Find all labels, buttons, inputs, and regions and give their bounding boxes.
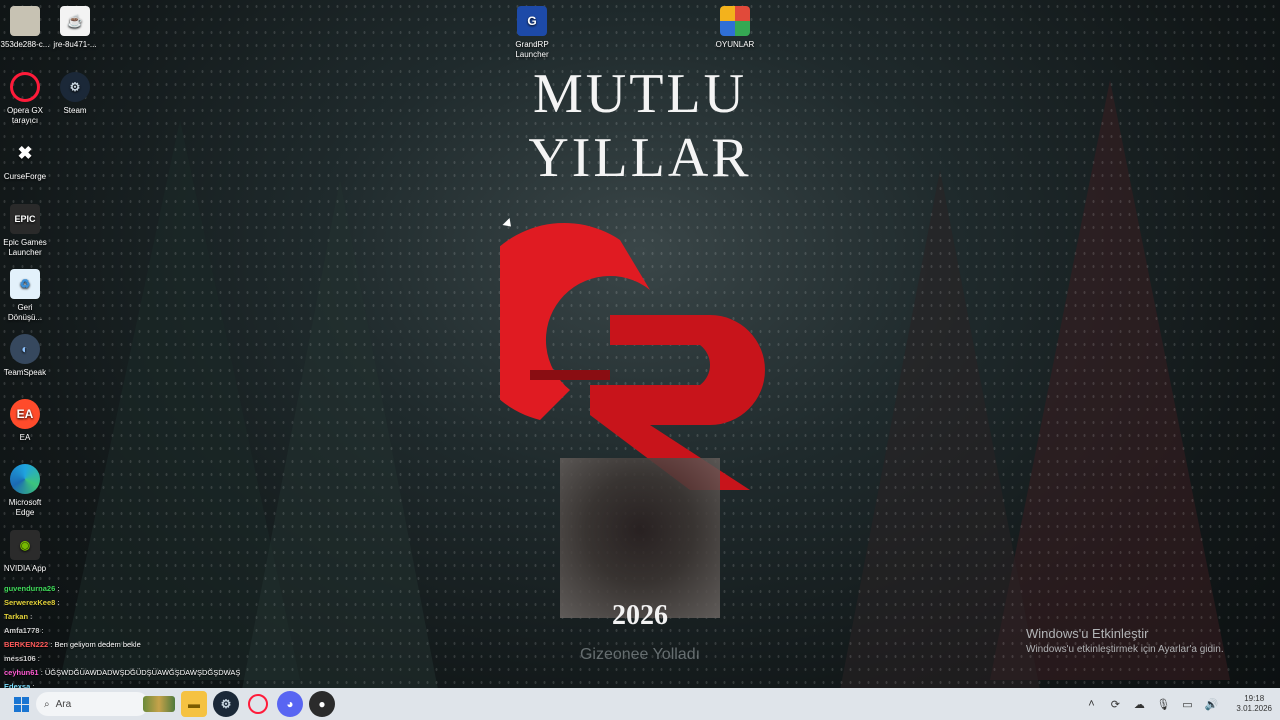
desktop-icon-ea[interactable]: EA EA xyxy=(0,399,50,443)
desktop-icon-label: Opera GX tarayıcı xyxy=(6,106,43,125)
desktop-icon-353de288[interactable]: 353de288-c... xyxy=(0,6,50,50)
system-tray: ˄ ⟳ ☁ 🎙 ▭ 🔊 19:18 3.01.2026 xyxy=(1084,688,1272,720)
start-button[interactable] xyxy=(6,688,36,720)
recycle-bin-icon: ♻ xyxy=(10,269,40,299)
webcam-overlay xyxy=(560,458,720,618)
chat-line: Amfa1778 : xyxy=(4,626,44,635)
chevron-up-icon[interactable]: ˄ xyxy=(1084,698,1098,710)
desktop-icon-label: NVIDIA App xyxy=(3,564,47,573)
volume-icon[interactable]: 🔊 xyxy=(1204,698,1219,711)
wallpaper-title: MUTLU YILLAR xyxy=(528,63,752,189)
ea-icon: EA xyxy=(10,399,40,429)
taskbar: ⌕ Ara ▬ ⚙ ◕ ● ˄ ⟳ ☁ 🎙 ▭ 🔊 19:18 3.01.202… xyxy=(0,688,1280,720)
desktop-icon-teamspeak[interactable]: ◐ TeamSpeak xyxy=(0,334,50,378)
nvidia-icon: ◉ xyxy=(10,530,40,560)
desktop-icon-steam[interactable]: ⚙ Steam xyxy=(50,72,100,116)
sync-icon[interactable]: ⟳ xyxy=(1108,698,1122,711)
desktop-icon-label: TeamSpeak xyxy=(3,368,47,377)
display-icon[interactable]: ▭ xyxy=(1180,698,1194,711)
search-icon: ⌕ xyxy=(44,698,50,710)
desktop-icon-jre[interactable]: ☕ jre-8u471-... xyxy=(50,6,100,50)
epic-games-icon: EPIC xyxy=(10,204,40,234)
cloud-icon[interactable]: ☁ xyxy=(1132,698,1146,711)
donation-alert: Gizeonee Yolladı xyxy=(579,646,701,663)
desktop-icon-grandrp[interactable]: G GrandRP Launcher xyxy=(507,6,557,60)
desktop-icon-label: OYUNLAR xyxy=(715,40,755,49)
activate-subtitle: Windows'u etkinleştirmek için Ayarlar'a … xyxy=(1026,644,1224,655)
opera-gx-icon xyxy=(10,72,40,102)
desktop-icon-recycle-bin[interactable]: ♻ Geri Dönüşü... xyxy=(0,269,50,323)
chat-line: BERKEN222 : Ben geliyom dedem bekle xyxy=(4,640,141,649)
desktop-icon-curseforge[interactable]: ✖ CurseForge xyxy=(0,138,50,182)
discord-icon[interactable]: ◕ xyxy=(277,691,303,717)
steam-icon: ⚙ xyxy=(60,72,90,102)
desktop-icon-label: GrandRP Launcher xyxy=(515,40,549,59)
clock-date: 3.01.2026 xyxy=(1236,704,1272,713)
microphone-icon[interactable]: 🎙 xyxy=(1156,698,1170,711)
opera-gx-taskbar-icon[interactable] xyxy=(245,691,271,717)
desktop-icon-label: CurseForge xyxy=(3,172,47,181)
curseforge-icon: ✖ xyxy=(17,143,33,163)
teamspeak-icon: ◐ xyxy=(10,334,40,364)
desktop-icon-oyunlar[interactable]: OYUNLAR xyxy=(710,6,760,50)
wallpaper-tree-left-inner xyxy=(240,180,440,700)
chat-line: guvendurna26 : xyxy=(4,584,60,593)
chat-line: mess106 : xyxy=(4,654,40,663)
desktop-icon-edge[interactable]: Microsoft Edge xyxy=(0,464,50,518)
folder-games-icon xyxy=(720,6,750,36)
taskbar-clock[interactable]: 19:18 3.01.2026 xyxy=(1236,694,1272,714)
desktop-icon-label: Steam xyxy=(63,106,87,115)
file-explorer-icon[interactable]: ▬ xyxy=(181,691,207,717)
file-icon xyxy=(10,6,40,36)
edge-icon xyxy=(10,464,40,494)
chat-line: ceyhun61 : ÜĞŞWDĞÜAWDADWŞDĞÜDŞÜAWĞŞDAWŞD… xyxy=(4,668,241,677)
desktop-icon-epic-games[interactable]: EPIC Epic Games Launcher xyxy=(0,204,50,258)
desktop-icon-label: EA xyxy=(19,433,31,442)
activate-windows-watermark: Windows'u Etkinleştir Windows'u etkinleş… xyxy=(1026,626,1224,655)
grandrp-icon: G xyxy=(517,6,547,36)
desktop-icon-label: Geri Dönüşü... xyxy=(7,303,43,322)
desktop-icon-opera-gx[interactable]: Opera GX tarayıcı xyxy=(0,72,50,126)
search-placeholder: Ara xyxy=(55,698,72,710)
wallpaper-tree-right-inner xyxy=(840,170,1040,690)
desktop-icon-nvidia[interactable]: ◉ NVIDIA App xyxy=(0,530,50,574)
desktop-icon-label: Epic Games Launcher xyxy=(3,238,47,257)
activate-title: Windows'u Etkinleştir xyxy=(1026,626,1149,641)
wallpaper-year: 2026 xyxy=(612,600,668,631)
stream-chat-overlay: guvendurna26 : SerwerexKee8 : Tarkan : A… xyxy=(4,582,244,694)
search-highlight-image[interactable] xyxy=(143,696,175,712)
desktop-icon-label: 353de288-c... xyxy=(0,40,50,49)
taskbar-search[interactable]: ⌕ Ara xyxy=(36,692,149,716)
chat-line: Tarkan : xyxy=(4,612,33,621)
desktop-icon-label: Microsoft Edge xyxy=(8,498,42,517)
clock-time: 19:18 xyxy=(1244,694,1265,703)
java-icon: ☕ xyxy=(60,6,90,36)
steam-taskbar-icon[interactable]: ⚙ xyxy=(213,691,239,717)
obs-icon[interactable]: ● xyxy=(309,691,335,717)
chat-line: SerwerexKee8 : xyxy=(4,598,60,607)
windows-logo-icon xyxy=(13,696,29,712)
desktop-icon-label: jre-8u471-... xyxy=(53,40,97,49)
